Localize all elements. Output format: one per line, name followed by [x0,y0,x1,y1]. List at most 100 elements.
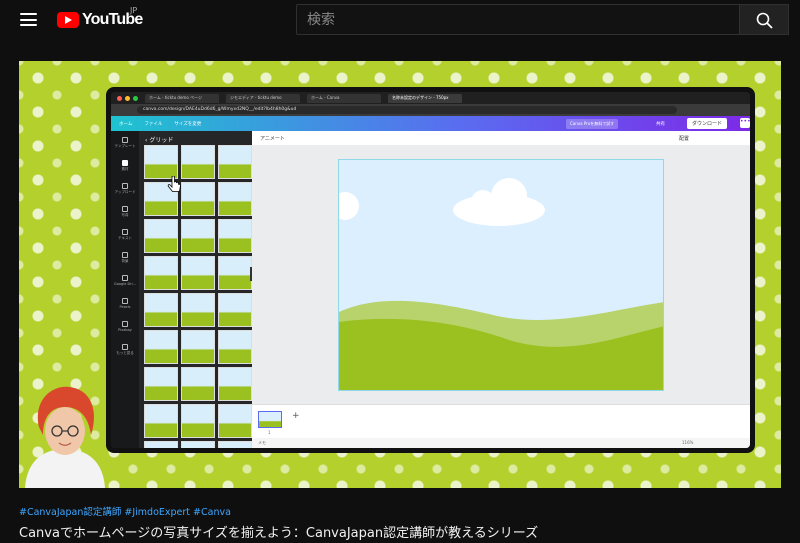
canva-menu-resize: サイズを変更 [174,121,202,127]
hand-cursor-icon [167,176,181,192]
rail-item: 背景 [111,246,139,269]
search-icon [756,12,773,29]
grid-thumbnail [218,367,252,401]
canva-pro-button: Canva Proを無料で試す [566,119,619,129]
hill-illustration [339,300,663,390]
photo-icon [122,205,128,212]
panel-title: ‹ グリッド [145,137,174,144]
elements-icon [122,159,128,166]
canva-workspace: アニメート 配置 1 + メモ 116% [252,131,750,448]
grid-thumbnail [144,256,178,290]
grid-thumbnail [181,293,215,327]
grid-thumbnail [181,256,215,290]
canva-menu-home: ホーム [119,121,133,127]
page-number: 1 [268,430,271,435]
menu-icon[interactable] [20,13,37,26]
background-icon [122,251,128,258]
youtube-logo[interactable]: YouTube JP [57,6,143,29]
search-input[interactable] [297,5,739,34]
video-title: Canvaでホームページの写真サイズを揃えよう：CanvaJapan認定講師が教… [19,526,539,541]
rail-item: Pexels [111,292,139,315]
video-metadata: #CanvaJapan認定講師 #JimdoExpert #Canva Canv… [19,504,538,541]
pixabay-icon [122,321,128,327]
grid-thumbnail [218,404,252,438]
grid-thumbnail [144,293,178,327]
browser-window: ホーム - ticktu demo ページ ジモエディア - ticktu de… [111,92,750,448]
rail-item: Google Dri... [111,269,139,292]
url-field: canva.com/design/DAE4uDd6d6_g/Wmyxd2NQ__… [137,106,677,114]
grid-thumbnail [218,330,252,364]
browser-tab: ジモエディア - ticktu demo [226,93,300,103]
zoom-level: 116% [682,440,694,445]
grid-thumbnail [144,367,178,401]
grid-thumbnail [218,219,252,253]
canva-footer: メモ 116% [252,438,750,448]
rail-item: 写真 [111,200,139,223]
canva-share-button: 共有 [656,122,665,127]
grid-thumbnail [181,404,215,438]
memo-button: メモ [258,440,266,445]
canva-menu-file: ファイル [144,121,163,127]
close-window-icon [117,95,122,101]
grid-thumbnail [218,182,252,216]
grid-thumbnail [181,441,215,448]
grid-thumbnail [218,145,252,179]
cloud-edge-illustration [339,192,359,220]
text-icon [122,228,128,235]
rail-item: アップロード [111,177,139,200]
design-page [338,159,664,391]
pexels-icon [122,298,128,304]
grid-thumbnail [218,256,252,290]
more-icon [122,343,128,350]
page-strip: 1 + [252,404,750,438]
grid-thumbnail [144,219,178,253]
upload-icon [122,182,128,189]
canva-menubar: ホーム ファイル サイズを変更 Canva Proを無料で試す 共有 ダウンロー… [111,116,750,131]
grid-thumbnail [144,145,178,179]
grid-thumbnail [218,441,252,448]
google-drive-icon [122,275,128,281]
minimize-window-icon [125,95,130,101]
grid-thumbnail [181,219,215,253]
rail-item: テキスト [111,223,139,246]
grid-panel: ‹ グリッド [139,131,252,448]
presenter-webcam [25,386,105,488]
animate-button: アニメート [260,136,285,142]
youtube-header: YouTube JP [0,0,800,40]
search-box [296,4,740,35]
grid-thumbnail [181,182,215,216]
browser-tab: ホーム - Canva [307,93,381,103]
browser-tab-active: 名称未設定のデザイン - 750px [388,93,462,103]
search-button[interactable] [740,4,789,35]
grid-thumbnail [144,441,178,448]
video-player[interactable]: ホーム - ticktu demo ページ ジモエディア - ticktu de… [19,61,781,488]
add-page-icon: + [292,411,300,421]
browser-urlbar: canva.com/design/DAE4uDd6d6_g/Wmyxd2NQ__… [111,104,750,116]
laptop-screen: ホーム - ticktu demo ページ ジモエディア - ticktu de… [106,87,755,453]
browser-tab: ホーム - ticktu demo ページ [145,93,219,103]
video-hashtags[interactable]: #CanvaJapan認定講師 #JimdoExpert #Canva [19,504,538,518]
grid-thumbnail [144,404,178,438]
rail-item: もっと見る [111,338,139,361]
grid-thumbnail [181,367,215,401]
rail-item: 素材 [111,154,139,177]
grid-thumbnail [144,330,178,364]
arrange-button: 配置 [679,136,690,142]
canva-more-button: ••• [740,118,750,128]
country-code: JP [130,6,138,15]
page-thumbnail [258,411,282,428]
rail-item: テンプレート [111,131,139,154]
grid-thumbnails [139,145,252,448]
canva-context-toolbar: アニメート 配置 [252,131,750,145]
canva-download-button: ダウンロード [687,118,728,129]
grid-thumbnail [181,330,215,364]
grid-thumbnail [181,145,215,179]
grid-thumbnail [218,293,252,327]
cloud-illustration [453,178,545,226]
rail-item: Pixabay [111,315,139,338]
maximize-window-icon [133,95,138,101]
browser-tabstrip: ホーム - ticktu demo ページ ジモエディア - ticktu de… [111,92,750,104]
template-icon [122,136,128,143]
play-logo-icon [57,12,79,28]
canva-side-rail: テンプレート 素材 アップロード 写真 テキスト 背景 Google Dri..… [111,131,139,448]
